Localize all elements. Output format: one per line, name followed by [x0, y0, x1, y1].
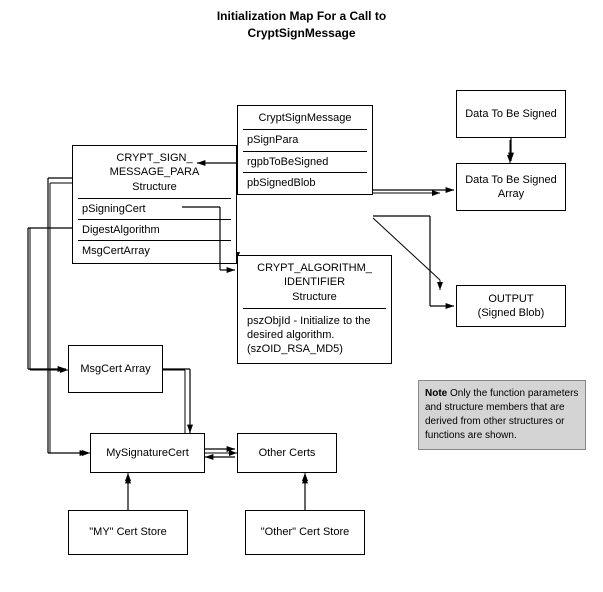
other-certs-box: Other Certs — [237, 433, 337, 473]
output-box: OUTPUT(Signed Blob) — [456, 285, 566, 327]
data-to-be-signed-title: Data To Be Signed — [465, 107, 557, 121]
crypt-algo-title: CRYPT_ALGORITHM_IDENTIFIERStructure — [243, 259, 386, 306]
data-to-be-signed-array-title: Data To Be Signed Array — [462, 173, 560, 202]
rgpb-field: rgpbToBeSigned — [243, 154, 367, 170]
other-certs-title: Other Certs — [259, 446, 316, 460]
crypt-sign-para-title: CRYPT_SIGN_MESSAGE_PARAStructure — [110, 149, 200, 196]
data-to-be-signed-array-box: Data To Be Signed Array — [456, 163, 566, 211]
other-cert-store-title: "Other" Cert Store — [261, 525, 350, 539]
pb-signed-blob-field: pbSignedBlob — [243, 175, 367, 191]
note-text: Only the function parameters and structu… — [425, 388, 578, 441]
my-signature-cert-box: MySignatureCert — [90, 433, 205, 473]
crypt-algo-text: pszObjId - Initialize to the desired alg… — [243, 311, 386, 360]
signing-cert-field: pSigningCert — [78, 201, 231, 217]
crypt-sign-message-box: CryptSignMessage pSignPara rgpbToBeSigne… — [237, 105, 373, 195]
my-signature-cert-title: MySignatureCert — [106, 446, 189, 460]
my-cert-store-title: "MY" Cert Store — [89, 525, 167, 539]
crypt-sign-para-box: CRYPT_SIGN_MESSAGE_PARAStructure pSignin… — [72, 145, 237, 264]
msg-cert-array-field: MsgCertArray — [78, 243, 231, 259]
note-label: Note — [425, 388, 447, 399]
other-cert-store-box: "Other" Cert Store — [245, 510, 365, 555]
note-box: Note Only the function parameters and st… — [418, 380, 586, 450]
my-cert-store-box: "MY" Cert Store — [68, 510, 188, 555]
msg-cert-array-box: MsgCert Array — [68, 345, 163, 393]
data-to-be-signed-box: Data To Be Signed — [456, 90, 566, 138]
digest-algo-field: DigestAlgorithm — [78, 222, 231, 238]
crypt-sign-message-title: CryptSignMessage — [259, 109, 352, 127]
psign-para-field: pSignPara — [243, 132, 367, 148]
msg-cert-array-title: MsgCert Array — [80, 362, 150, 376]
crypt-algo-box: CRYPT_ALGORITHM_IDENTIFIERStructure pszO… — [237, 255, 392, 364]
page-title: Initialization Map For a Call to CryptSi… — [0, 0, 603, 42]
output-title: OUTPUT(Signed Blob) — [478, 292, 545, 321]
